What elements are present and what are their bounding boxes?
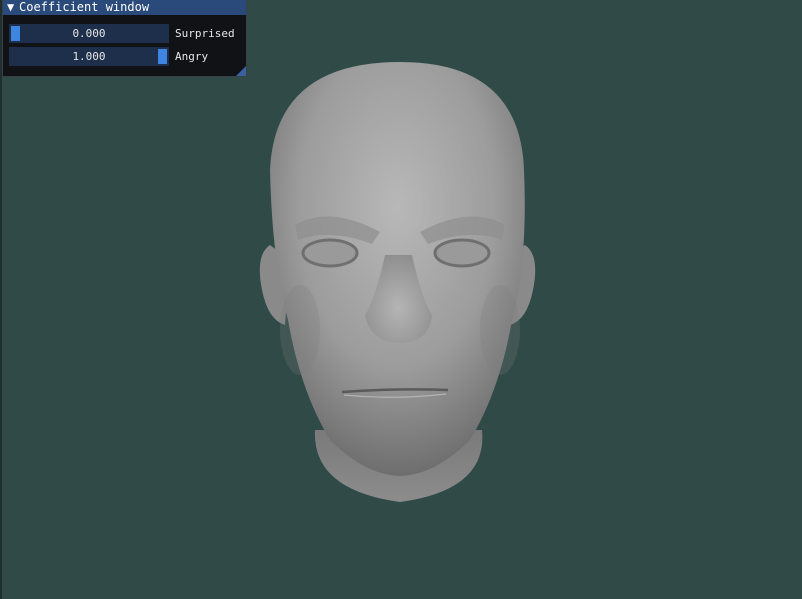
- left-eye: [301, 238, 359, 268]
- window-title: Coefficient window: [19, 0, 150, 14]
- angry-label: Angry: [175, 50, 209, 63]
- resize-grip-icon[interactable]: [236, 66, 246, 76]
- angry-slider-value: 1.000: [72, 50, 106, 63]
- surprised-label: Surprised: [175, 27, 235, 40]
- angry-slider[interactable]: 1.000: [9, 47, 169, 66]
- collapse-triangle-icon[interactable]: ▼: [7, 0, 19, 15]
- surprised-slider-value: 0.000: [72, 27, 106, 40]
- window-titlebar[interactable]: ▼ Coefficient window: [3, 0, 246, 15]
- surprised-slider[interactable]: 0.000: [9, 24, 169, 43]
- 3d-viewport[interactable]: [0, 0, 802, 599]
- head-model: [259, 62, 536, 502]
- coefficient-window[interactable]: ▼ Coefficient window 0.000 Surprised 1.00…: [2, 0, 247, 77]
- right-eye: [433, 238, 491, 268]
